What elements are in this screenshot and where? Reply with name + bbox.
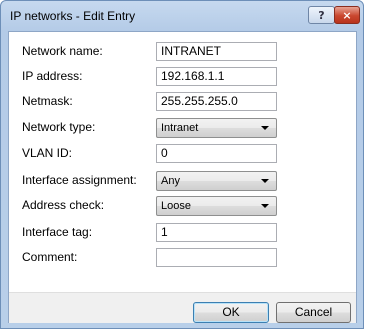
network-type-value: Intranet — [161, 122, 199, 134]
network-name-label: Network name: — [22, 44, 103, 58]
interface-tag-label: Interface tag: — [22, 225, 93, 239]
edit-entry-dialog: IP networks - Edit Entry ? × Network nam… — [0, 0, 364, 329]
netmask-label: Netmask: — [22, 94, 73, 108]
chevron-down-icon — [261, 126, 269, 130]
interface-assignment-value: Any — [161, 175, 180, 187]
interface-tag-field[interactable]: 1 — [156, 223, 277, 242]
interface-assignment-label: Interface assignment: — [22, 173, 137, 187]
help-button[interactable]: ? — [308, 6, 335, 24]
chevron-down-icon — [261, 179, 269, 183]
address-check-value: Loose — [161, 200, 191, 212]
cancel-button[interactable]: Cancel — [276, 302, 351, 323]
window-title: IP networks - Edit Entry — [10, 9, 136, 23]
button-bar: OK Cancel — [9, 292, 356, 323]
ok-button[interactable]: OK — [193, 302, 269, 323]
title-bar[interactable]: IP networks - Edit Entry ? × — [1, 1, 363, 31]
comment-label: Comment: — [22, 250, 78, 264]
ip-address-label: IP address: — [22, 69, 83, 83]
network-name-field[interactable]: INTRANET — [156, 42, 277, 61]
vlan-id-field[interactable]: 0 — [156, 144, 277, 163]
address-check-select[interactable]: Loose — [156, 196, 277, 216]
close-icon: × — [342, 8, 352, 22]
interface-assignment-select[interactable]: Any — [156, 171, 277, 191]
ip-address-field[interactable]: 192.168.1.1 — [156, 67, 277, 86]
dialog-body: Network name: INTRANET IP address: 192.1… — [8, 31, 357, 323]
network-type-label: Network type: — [22, 120, 96, 134]
vlan-id-label: VLAN ID: — [22, 146, 73, 160]
address-check-label: Address check: — [22, 198, 105, 212]
close-button[interactable]: × — [334, 6, 360, 24]
chevron-down-icon — [261, 204, 269, 208]
help-icon: ? — [318, 8, 325, 22]
comment-field[interactable] — [156, 248, 277, 267]
network-type-select[interactable]: Intranet — [156, 118, 277, 138]
netmask-field[interactable]: 255.255.255.0 — [156, 92, 277, 111]
